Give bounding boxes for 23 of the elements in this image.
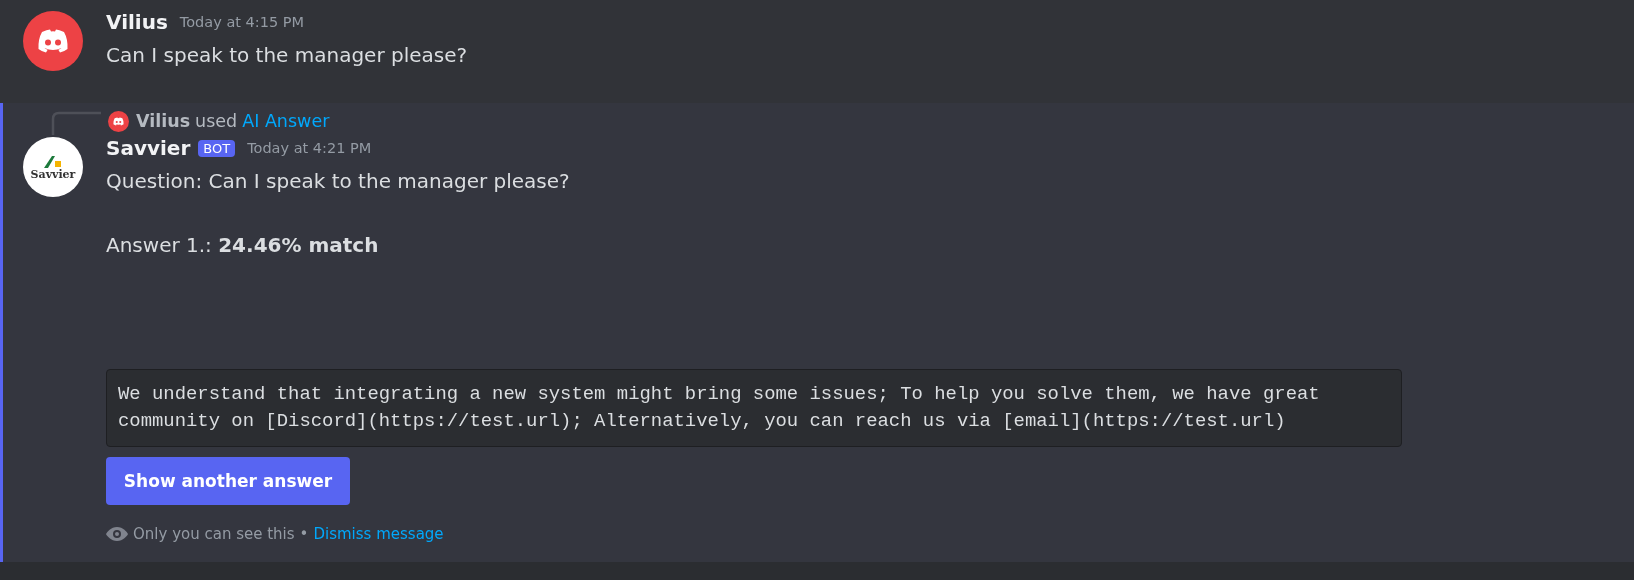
reply-verb: used: [195, 111, 238, 131]
discord-logo-icon: [108, 110, 129, 132]
message-text: Answer 1.: 24.46% match: [106, 232, 379, 259]
message-text: Can I speak to the manager please?: [106, 42, 468, 69]
reply-connector: [51, 111, 101, 135]
command-link[interactable]: AI Answer: [242, 111, 330, 131]
reply-author[interactable]: Vilius: [136, 111, 191, 131]
author-name[interactable]: Savvier: [106, 136, 191, 160]
logo-mark-icon: [44, 153, 62, 168]
author-name[interactable]: Vilius: [106, 10, 168, 34]
eye-icon: [106, 527, 128, 541]
dismiss-link[interactable]: Dismiss message: [313, 525, 444, 543]
separator-dot: •: [299, 525, 309, 543]
code-block: We understand that integrating a new system might bring some issues; To help you solve them, we have great community on [Discord](https://test.url); Alternatively, you can reach us via [email](https://test.url): [106, 369, 1402, 447]
message-text: Question: Can I speak to the manager please?: [106, 168, 570, 195]
timestamp: Today at 4:15 PM: [179, 14, 304, 30]
visibility-note: Only you can see this: [133, 525, 295, 543]
bot-avatar[interactable]: Savvier: [23, 137, 83, 197]
bot-badge: BOT: [198, 139, 236, 157]
discord-avatar-icon[interactable]: [23, 11, 83, 71]
show-another-answer-button[interactable]: Show another answer: [106, 457, 350, 505]
logo-text: Savvier: [30, 167, 76, 181]
timestamp: Today at 4:21 PM: [247, 140, 372, 156]
